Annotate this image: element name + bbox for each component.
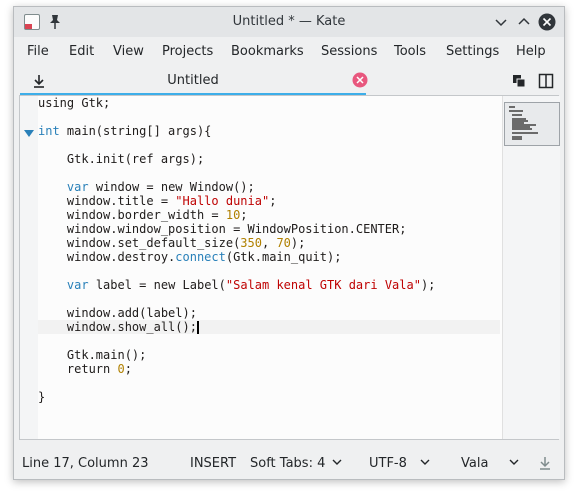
code-line: window.set_default_size(350, 70);	[38, 236, 306, 250]
tab-untitled[interactable]: Untitled	[20, 69, 368, 96]
menu-edit[interactable]: Edit	[69, 44, 94, 59]
menu-projects[interactable]: Projects	[162, 44, 213, 59]
tab-close-icon[interactable]	[352, 72, 368, 88]
string-token: "Salam kenal GTK dari Vala"	[225, 278, 421, 292]
code-line: var window = new Window();	[66, 180, 255, 194]
minimap-viewport[interactable]	[504, 102, 560, 146]
chevron-down-icon[interactable]	[332, 458, 342, 466]
code-line: var label = new Label("Salam kenal GTK d…	[66, 278, 436, 292]
code-line: Gtk.init(ref args);	[38, 152, 205, 166]
window-title: Untitled * — Kate	[232, 14, 346, 29]
title-bar[interactable]: Untitled * — Kate	[14, 7, 564, 37]
menu-bookmarks[interactable]: Bookmarks	[231, 44, 304, 59]
number-token: 350	[240, 236, 262, 250]
kate-window: Untitled * — Kate File Edit View Project…	[13, 6, 565, 480]
code-area[interactable]: using Gtk; int main(string[] args){ Gtk.…	[38, 96, 500, 439]
close-icon[interactable]	[538, 13, 556, 31]
text-editor[interactable]: using Gtk; int main(string[] args){ Gtk.…	[19, 95, 560, 440]
number-token: 10	[225, 208, 241, 222]
code-line: return 0;	[38, 362, 132, 376]
quick-open-icon[interactable]	[511, 73, 527, 89]
keyword-token: int	[38, 124, 60, 138]
download-icon[interactable]	[538, 456, 552, 470]
code-line: window.title = "Hallo dunia";	[38, 194, 277, 208]
string-token: "Hallo dunia"	[175, 194, 270, 208]
code-line: Gtk.main();	[38, 348, 147, 362]
keyword-token: var	[66, 180, 89, 194]
code-line: window.border_width = 10;	[38, 208, 248, 222]
input-mode[interactable]: INSERT	[190, 456, 236, 471]
minimap-line	[509, 106, 515, 108]
status-bar: Line 17, Column 23 INSERT Soft Tabs: 4 U…	[14, 447, 564, 479]
menu-help[interactable]: Help	[516, 44, 546, 59]
chevron-down-icon[interactable]	[509, 458, 519, 466]
number-token: 70	[276, 236, 291, 250]
menu-view[interactable]: View	[113, 44, 144, 59]
menu-tools[interactable]: Tools	[394, 44, 426, 59]
cursor-position[interactable]: Line 17, Column 23	[22, 456, 149, 471]
keyword-token: var	[66, 278, 89, 292]
code-line: }	[38, 390, 46, 404]
menu-file[interactable]: File	[27, 44, 49, 59]
minimap-line	[512, 128, 532, 130]
code-line: using Gtk;	[38, 96, 111, 110]
tab-label: Untitled	[167, 73, 219, 88]
minimap-line	[512, 138, 522, 140]
number-token: 0	[117, 362, 125, 376]
maximize-icon[interactable]	[515, 13, 533, 31]
code-line: window.show_all();	[38, 320, 199, 334]
code-line: window.destroy.connect(Gtk.main_quit);	[38, 250, 342, 264]
code-line: window.add(label);	[38, 306, 197, 320]
code-line: int main(string[] args){	[38, 124, 212, 138]
minimap-line	[509, 110, 523, 112]
chevron-down-icon[interactable]	[420, 458, 430, 466]
menu-bar: File Edit View Projects Bookmarks Sessio…	[14, 37, 564, 67]
code-line: window.window_position = WindowPosition.…	[38, 222, 407, 236]
minimize-icon[interactable]	[492, 13, 510, 31]
split-view-icon[interactable]	[538, 73, 554, 89]
syntax-mode[interactable]: Vala	[461, 456, 488, 471]
minimap-line	[512, 132, 538, 134]
tab-bar: Untitled	[14, 67, 564, 96]
text-cursor	[196, 321, 199, 334]
minimap-line	[512, 114, 522, 116]
fold-gutter	[20, 96, 38, 439]
menu-settings[interactable]: Settings	[446, 44, 499, 59]
menu-sessions[interactable]: Sessions	[321, 44, 377, 59]
keyword-token: connect	[175, 250, 226, 264]
minimap-scrollbar[interactable]	[502, 96, 560, 439]
indent-setting[interactable]: Soft Tabs: 4	[250, 456, 325, 471]
encoding-setting[interactable]: UTF-8	[369, 456, 407, 471]
fold-arrow-icon[interactable]	[24, 130, 34, 137]
